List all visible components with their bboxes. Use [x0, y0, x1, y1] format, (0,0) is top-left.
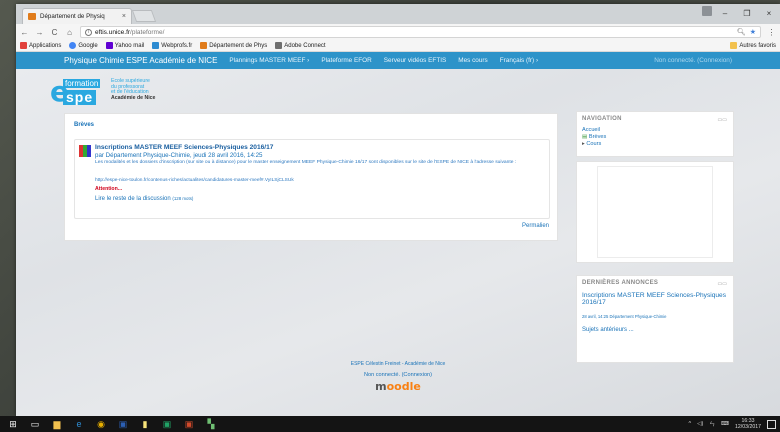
nav-accueil[interactable]: Accueil [582, 127, 600, 133]
block-controls-icon[interactable]: ▭▭ [718, 117, 727, 123]
bookmarks-bar: Applications Google Yahoo mail Webprofs.… [16, 40, 780, 52]
departement-icon [200, 42, 208, 49]
older-topics-link[interactable]: Sujets antérieurs ... [582, 327, 634, 333]
empty-block [576, 161, 734, 263]
home-icon[interactable]: ⌂ [65, 28, 74, 37]
maximize-button[interactable]: ❐ [736, 4, 758, 22]
author-avatar[interactable] [79, 145, 91, 157]
tray-chevron-icon[interactable]: ^ [689, 421, 692, 427]
minimize-button[interactable]: – [714, 4, 736, 22]
footer-site-link[interactable]: ESPE Célestin Freinet - Académie de Nice [16, 361, 780, 367]
zoom-icon[interactable]: 🔍︎ [737, 28, 746, 36]
block-controls-icon[interactable]: ▭▭ [718, 281, 727, 287]
page-content: e formation spe Ecole supérieure du prof… [16, 69, 780, 416]
bookmark-yahoo[interactable]: Yahoo mail [105, 42, 144, 49]
main-region: Brèves Inscriptions MASTER MEEF Sciences… [64, 113, 558, 241]
keyboard-icon[interactable]: ⌨ [721, 421, 729, 427]
browser-window: Département de Physiq × – ❐ × ← → C ⌂ i … [16, 4, 780, 416]
webprofs-icon [152, 42, 160, 49]
sticky-notes-icon[interactable]: ▮ [136, 417, 154, 431]
announcement-meta: 28 avril, 14:25 Département Physique-Chi… [582, 314, 667, 319]
powerpoint-icon[interactable]: ▣ [180, 417, 198, 431]
bookmark-google[interactable]: Google [69, 42, 98, 49]
tab-strip: Département de Physiq × – ❐ × [16, 4, 780, 24]
post-body: Les modalités et les dossiers d'inscript… [95, 160, 517, 165]
clock[interactable]: 16:33 12/03/2017 [735, 418, 761, 430]
site-navbar: Physique Chimie ESPE Académie de NICE Pl… [16, 52, 780, 69]
other-bookmarks[interactable]: Autres favoris [730, 42, 776, 49]
volume-icon[interactable]: ◁) [697, 421, 703, 427]
nav-plannings[interactable]: Plannings MASTER MEEF › [229, 57, 309, 64]
breves-heading[interactable]: Brèves [74, 122, 94, 128]
task-view-icon[interactable]: ▭ [26, 417, 44, 431]
expand-arrow-icon: ▸ [582, 141, 585, 147]
forum-post: Inscriptions MASTER MEEF Sciences-Physiq… [74, 139, 550, 219]
word-icon[interactable]: ▣ [114, 417, 132, 431]
bookmark-applications[interactable]: Applications [20, 42, 61, 49]
reload-icon[interactable]: C [50, 28, 59, 37]
clock-date: 12/03/2017 [735, 424, 761, 430]
post-title: Inscriptions MASTER MEEF Sciences-Physiq… [95, 144, 274, 151]
browser-toolbar: ← → C ⌂ i eftis.unice.fr/plateforme/ 🔍︎ … [16, 24, 780, 40]
back-arrow-icon[interactable]: ← [20, 28, 29, 37]
footer-login-link[interactable]: Non connecté. (Connexion) [16, 372, 780, 378]
chrome-icon[interactable]: ◉ [92, 417, 110, 431]
edge-icon[interactable]: e [70, 417, 88, 431]
nav-videos[interactable]: Serveur vidéos EFTIS [384, 57, 447, 64]
bookmark-adobe-connect[interactable]: Adobe Connect [275, 42, 326, 49]
google-icon [69, 42, 77, 49]
browser-tab[interactable]: Département de Physiq × [22, 8, 132, 24]
bookmark-webprofs[interactable]: Webprofs.fr [152, 42, 192, 49]
notifications-icon[interactable] [767, 419, 776, 429]
new-tab-button[interactable] [131, 10, 157, 22]
page-footer: ESPE Célestin Freinet - Académie de Nice… [16, 361, 780, 393]
forum-icon: ▤ [582, 134, 588, 140]
word-count: (128 mots) [172, 196, 194, 201]
windows-start-icon[interactable]: ⊞ [4, 417, 22, 431]
tab-title: Département de Physiq [40, 13, 105, 20]
menu-icon[interactable]: ⋮ [767, 28, 776, 37]
site-brand-link[interactable]: Physique Chimie ESPE Académie de NICE [64, 56, 217, 65]
announcements-block: DERNIÈRES ANNONCES ▭▭ Inscriptions MASTE… [576, 275, 734, 363]
excel-icon[interactable]: ▣ [158, 417, 176, 431]
site-favicon-icon [28, 13, 36, 20]
url-host: eftis.unice.fr [95, 28, 131, 36]
windows-taskbar: ⊞ ▭ ▆ e ◉ ▣ ▮ ▣ ▣ ▚ ^ ◁) ㄣ ⌨ 16:33 12/03… [0, 416, 780, 432]
bookmark-departement[interactable]: Département de Phys [200, 42, 267, 49]
empty-panel [597, 166, 713, 258]
post-meta: par Département Physique-Chimie, jeudi 2… [95, 152, 263, 159]
post-attention: Attention... [95, 186, 123, 192]
nav-breves[interactable]: ▤ Brèves [582, 134, 606, 140]
forward-arrow-icon[interactable]: → [35, 28, 44, 37]
close-window-button[interactable]: × [758, 4, 780, 22]
address-bar[interactable]: i eftis.unice.fr/plateforme/ 🔍︎ ★ [80, 26, 761, 38]
nav-language[interactable]: Français (fr) › [500, 57, 538, 64]
adobe-connect-icon [275, 42, 283, 49]
post-link[interactable]: http://espe-nice-toulon.fr/contenus-rich… [95, 178, 294, 183]
nav-efor[interactable]: Plateforme EFOR [321, 57, 371, 64]
file-explorer-icon[interactable]: ▆ [48, 417, 66, 431]
permalink-link[interactable]: Permalien [522, 223, 549, 229]
navigation-block: NAVIGATION ▭▭ Accueil ▤ Brèves ▸ Cours [576, 111, 734, 157]
folder-icon [730, 42, 738, 49]
nav-cours[interactable]: ▸ Cours [582, 141, 601, 147]
app-icon[interactable]: ▚ [202, 417, 220, 431]
apps-grid-icon [20, 42, 27, 49]
info-icon[interactable]: i [85, 28, 92, 36]
tab-close-icon[interactable]: × [122, 13, 126, 20]
nav-mes-cours[interactable]: Mes cours [458, 57, 487, 64]
yahoo-icon [105, 42, 113, 49]
announcement-link[interactable]: Inscriptions MASTER MEEF Sciences-Physiq… [582, 292, 730, 307]
read-more-link[interactable]: Lire le reste de la discussion (128 mots… [95, 196, 193, 202]
profile-icon[interactable] [702, 6, 712, 16]
bookmark-star-icon[interactable]: ★ [750, 28, 756, 36]
espe-logo[interactable]: e formation spe Ecole supérieure du prof… [50, 78, 180, 106]
navigation-title: NAVIGATION [582, 116, 622, 122]
login-link[interactable]: Non connecté. (Connexion) [654, 57, 732, 64]
ime-icon[interactable]: ㄣ [709, 420, 715, 428]
url-path: /plateforme/ [130, 28, 165, 36]
moodle-logo[interactable]: moodle [16, 380, 780, 393]
announcements-title: DERNIÈRES ANNONCES [582, 280, 659, 286]
